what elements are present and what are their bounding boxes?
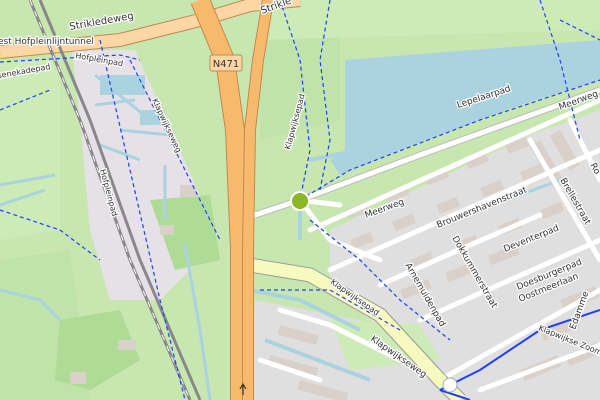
label-hofpleinlijntunnel: est Hofpleinlijntunnel [0,37,94,47]
roundabout-bottom-icon [442,377,458,393]
building [70,372,86,384]
building [118,340,136,350]
map-canvas[interactable]: N471 Strikledeweg Strikle est Hofpleinli… [0,0,600,400]
n471-shield: N471 [209,54,243,72]
roundabout-poi-icon [290,191,310,211]
building [160,225,174,235]
map-view[interactable]: N471 Strikledeweg Strikle est Hofpleinli… [0,0,600,400]
n471-label: N471 [213,59,240,70]
pond [100,75,145,95]
